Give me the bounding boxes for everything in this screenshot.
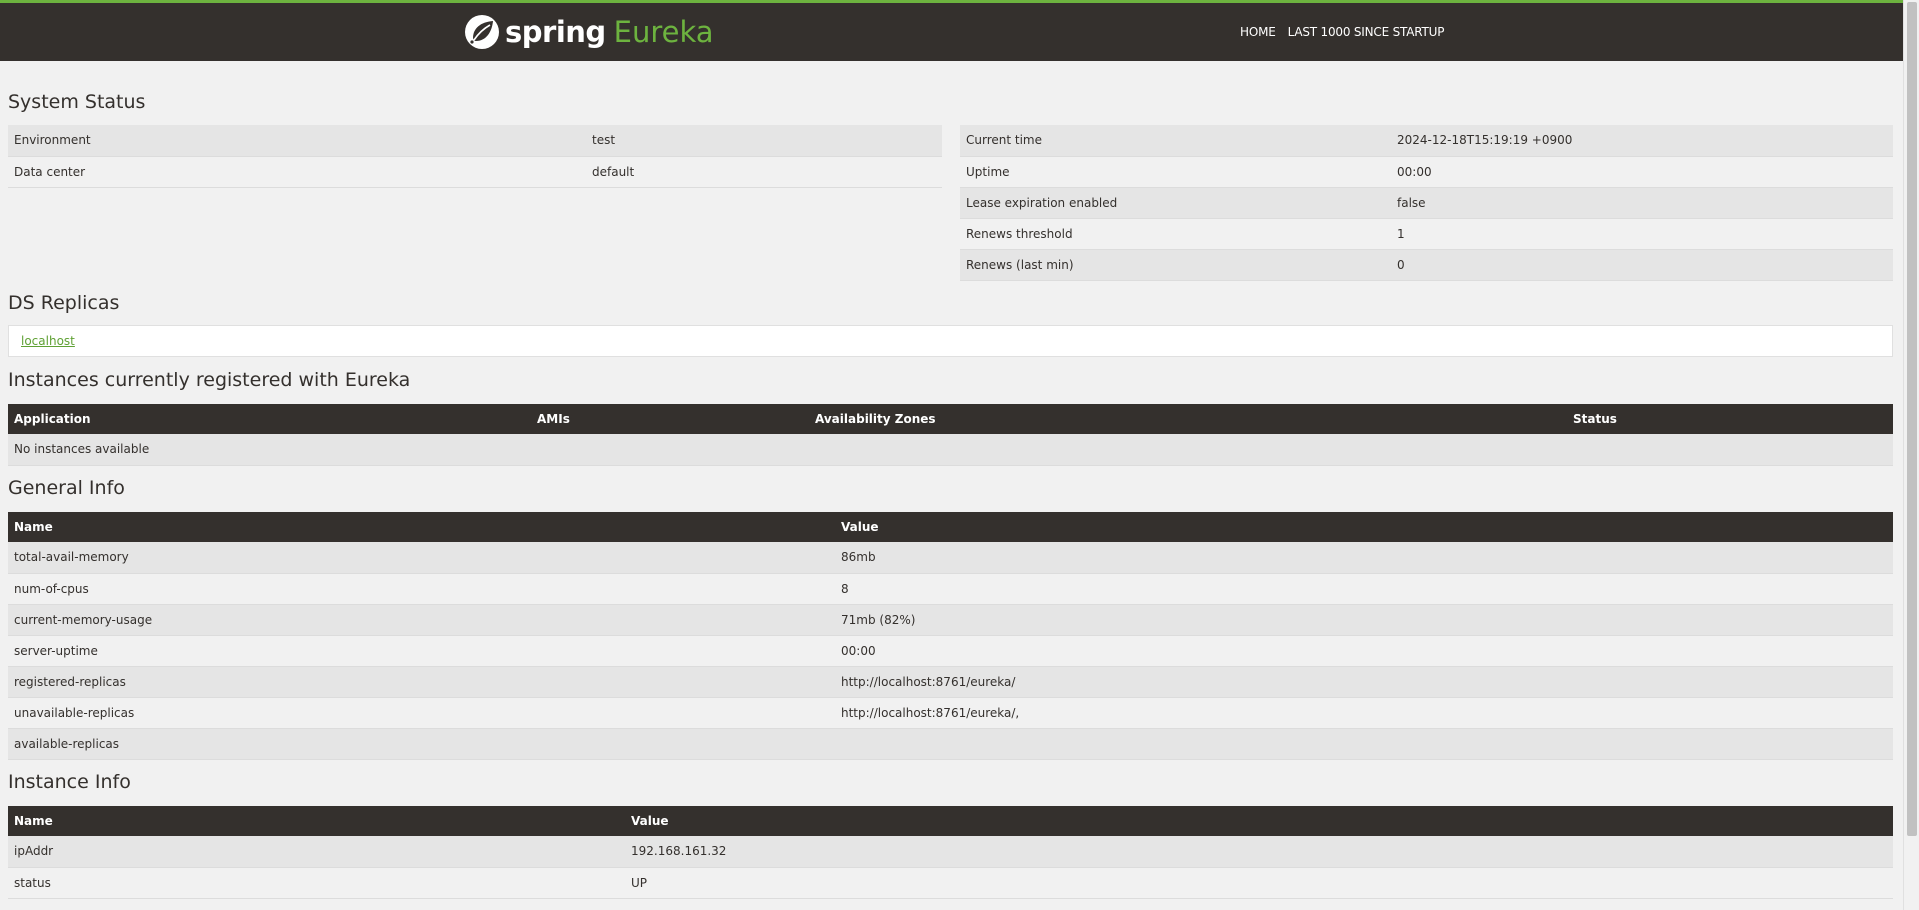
ds-replicas-list: localhost <box>8 325 1893 357</box>
info-name: current-memory-usage <box>8 604 835 636</box>
empty-state-text: No instances available <box>8 434 1893 466</box>
status-value: false <box>1391 187 1893 219</box>
info-value: 8 <box>835 573 1893 605</box>
instances-heading: Instances currently registered with Eure… <box>8 369 411 391</box>
spring-leaf-icon <box>465 15 499 49</box>
table-header-row: Application AMIs Availability Zones Stat… <box>8 404 1893 434</box>
general-info-table: Name Value total-avail-memory 86mb num-o… <box>8 512 1893 760</box>
info-name: unavailable-replicas <box>8 697 835 729</box>
brand-logo[interactable]: spring Eureka <box>464 13 714 51</box>
brand-spring-text: spring <box>505 15 606 49</box>
status-value: 00:00 <box>1391 156 1893 188</box>
table-row: num-of-cpus 8 <box>8 573 1893 605</box>
info-name: ipAddr <box>8 836 625 868</box>
table-row: Renews threshold 1 <box>960 218 1893 250</box>
vertical-scrollbar[interactable] <box>1903 0 1919 910</box>
info-value: 00:00 <box>835 635 1893 667</box>
table-row: Lease expiration enabled false <box>960 187 1893 219</box>
info-value: 71mb (82%) <box>835 604 1893 636</box>
table-row: status UP <box>8 867 1893 899</box>
info-value: 192.168.161.32 <box>625 836 1893 868</box>
info-value: 86mb <box>835 542 1893 574</box>
column-header-amis: AMIs <box>531 404 809 434</box>
nav-home-link[interactable]: HOME <box>1240 25 1276 39</box>
table-row: registered-replicas http://localhost:876… <box>8 666 1893 698</box>
info-name: num-of-cpus <box>8 573 835 605</box>
brand-eureka-text: Eureka <box>613 15 714 49</box>
status-label: Renews threshold <box>960 218 1391 250</box>
replica-link-localhost[interactable]: localhost <box>21 334 75 348</box>
general-info-heading: General Info <box>8 477 125 499</box>
system-status-left-table: Environment test Data center default <box>8 125 942 188</box>
column-header-application: Application <box>8 404 531 434</box>
info-name: registered-replicas <box>8 666 835 698</box>
top-navbar: spring Eureka HOME LAST 1000 SINCE START… <box>0 0 1903 61</box>
ds-replicas-heading: DS Replicas <box>8 292 120 314</box>
status-value: 0 <box>1391 249 1893 281</box>
info-value: http://localhost:8761/eureka/ <box>835 666 1893 698</box>
info-value: UP <box>625 867 1893 899</box>
info-name: available-replicas <box>8 728 835 760</box>
system-status-heading: System Status <box>8 91 146 113</box>
status-label: Renews (last min) <box>960 249 1391 281</box>
status-label: Current time <box>960 125 1391 157</box>
status-label: Uptime <box>960 156 1391 188</box>
status-label: Lease expiration enabled <box>960 187 1391 219</box>
status-value: default <box>586 156 942 188</box>
table-row: Uptime 00:00 <box>960 156 1893 188</box>
instance-info-table: Name Value ipAddr 192.168.161.32 status … <box>8 806 1893 899</box>
info-value: http://localhost:8761/eureka/, <box>835 697 1893 729</box>
instances-table: Application AMIs Availability Zones Stat… <box>8 404 1893 466</box>
table-row: unavailable-replicas http://localhost:87… <box>8 697 1893 729</box>
table-row: No instances available <box>8 434 1893 466</box>
status-value: 2024-12-18T15:19:19 +0900 <box>1391 125 1893 157</box>
info-name: total-avail-memory <box>8 542 835 574</box>
info-name: server-uptime <box>8 635 835 667</box>
column-header-availability-zones: Availability Zones <box>809 404 1567 434</box>
instance-info-heading: Instance Info <box>8 771 131 793</box>
status-value: 1 <box>1391 218 1893 250</box>
column-header-status: Status <box>1567 404 1893 434</box>
column-header-name: Name <box>8 512 835 542</box>
scrollbar-thumb[interactable] <box>1907 2 1917 836</box>
system-status-right-table: Current time 2024-12-18T15:19:19 +0900 U… <box>960 125 1893 281</box>
column-header-name: Name <box>8 806 625 836</box>
table-row: current-memory-usage 71mb (82%) <box>8 604 1893 636</box>
table-row: Data center default <box>8 156 942 188</box>
status-value: test <box>586 125 942 157</box>
table-row: server-uptime 00:00 <box>8 635 1893 667</box>
table-row: available-replicas <box>8 728 1893 760</box>
table-header-row: Name Value <box>8 512 1893 542</box>
table-row: Current time 2024-12-18T15:19:19 +0900 <box>960 125 1893 157</box>
status-label: Environment <box>8 125 586 157</box>
nav-last-1000-link[interactable]: LAST 1000 SINCE STARTUP <box>1288 25 1445 39</box>
info-name: status <box>8 867 625 899</box>
table-row: total-avail-memory 86mb <box>8 542 1893 574</box>
table-row: Environment test <box>8 125 942 157</box>
table-row: Renews (last min) 0 <box>960 249 1893 281</box>
table-row: ipAddr 192.168.161.32 <box>8 836 1893 868</box>
table-header-row: Name Value <box>8 806 1893 836</box>
column-header-value: Value <box>625 806 1893 836</box>
status-label: Data center <box>8 156 586 188</box>
column-header-value: Value <box>835 512 1893 542</box>
info-value <box>835 728 1893 760</box>
main-nav: HOME LAST 1000 SINCE STARTUP <box>1240 25 1444 39</box>
